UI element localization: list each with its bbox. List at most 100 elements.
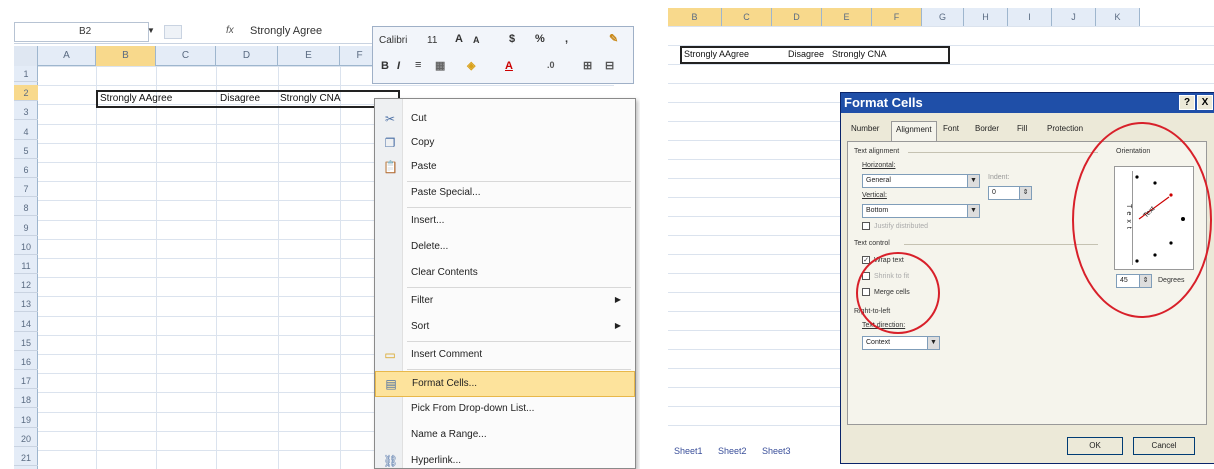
col-header-e[interactable]: E bbox=[278, 46, 340, 66]
row-header[interactable]: 18 bbox=[14, 392, 38, 409]
col-header-right[interactable]: H bbox=[964, 8, 1008, 26]
comma-button[interactable]: , bbox=[565, 33, 568, 45]
formula-buttons[interactable] bbox=[164, 25, 182, 39]
font-name-combo[interactable]: Calibri bbox=[379, 35, 407, 46]
col-header-right[interactable]: I bbox=[1008, 8, 1052, 26]
shrink-font-button[interactable]: A bbox=[473, 35, 480, 45]
col-header-right[interactable]: B bbox=[668, 8, 722, 26]
spinner-icon[interactable]: ⇕ bbox=[1019, 187, 1031, 199]
decimal-icon[interactable]: .0 bbox=[547, 60, 555, 70]
row-header[interactable]: 15 bbox=[14, 335, 38, 351]
row-header[interactable]: 17 bbox=[14, 373, 38, 390]
tab-protection[interactable]: Protection bbox=[1047, 124, 1083, 133]
chevron-down-icon[interactable]: ▼ bbox=[927, 337, 939, 349]
tab-alignment[interactable]: Alignment bbox=[891, 121, 937, 141]
menu-item-filter[interactable]: Filter ▶ bbox=[375, 289, 635, 315]
chevron-down-icon[interactable]: ▼ bbox=[147, 26, 155, 35]
row-header[interactable]: 9 bbox=[14, 220, 38, 236]
menu-item-format-cells[interactable]: ▤ Format Cells... bbox=[375, 371, 635, 397]
grow-font-button[interactable]: A bbox=[455, 33, 463, 45]
row-header[interactable]: 1 bbox=[14, 66, 38, 82]
col-header-right[interactable]: J bbox=[1052, 8, 1096, 26]
row-header[interactable]: 5 bbox=[14, 143, 38, 159]
col-header-b[interactable]: B bbox=[96, 46, 156, 66]
bold-button[interactable]: B bbox=[381, 60, 389, 72]
chevron-down-icon[interactable]: ▼ bbox=[967, 175, 979, 187]
merge-icon[interactable]: ⊞ bbox=[583, 59, 592, 72]
tab-fill[interactable]: Fill bbox=[1017, 124, 1027, 133]
sheet-tab-1[interactable]: Sheet1 bbox=[674, 446, 703, 456]
cell-b2[interactable]: Strongly AAgree bbox=[100, 93, 172, 104]
select-all-corner[interactable] bbox=[14, 46, 38, 66]
row-header[interactable]: 12 bbox=[14, 277, 38, 294]
row-header[interactable]: 3 bbox=[14, 104, 38, 121]
borders-icon[interactable]: ▦ bbox=[435, 59, 445, 72]
row-header[interactable]: 19 bbox=[14, 412, 38, 428]
row-header[interactable]: 6 bbox=[14, 162, 38, 178]
col-header-c[interactable]: C bbox=[156, 46, 216, 66]
font-color-button[interactable]: A bbox=[505, 60, 513, 72]
tab-font[interactable]: Font bbox=[943, 124, 959, 133]
cell-b2-right[interactable]: Strongly AAgree bbox=[684, 49, 749, 59]
menu-item-insert[interactable]: Insert... bbox=[375, 209, 635, 235]
tab-border[interactable]: Border bbox=[975, 124, 999, 133]
menu-item-cut[interactable]: ✂ Cut bbox=[375, 107, 635, 133]
row-header[interactable]: 8 bbox=[14, 200, 38, 217]
cell-d2[interactable]: Disagree bbox=[220, 93, 260, 104]
row-header[interactable]: 2 bbox=[14, 85, 38, 102]
justify-distributed-checkbox[interactable]: Justify distributed bbox=[862, 222, 928, 230]
ok-button[interactable]: OK bbox=[1067, 437, 1123, 455]
row-header[interactable]: 16 bbox=[14, 354, 38, 370]
row-header[interactable]: 14 bbox=[14, 316, 38, 332]
col-header-right[interactable]: F bbox=[872, 8, 922, 26]
menu-item-paste-special[interactable]: Paste Special... bbox=[375, 181, 635, 207]
align-center-icon[interactable]: ≡ bbox=[415, 59, 421, 71]
col-header-right[interactable]: C bbox=[722, 8, 772, 26]
row-header[interactable]: 4 bbox=[14, 124, 38, 140]
italic-button[interactable]: I bbox=[397, 60, 400, 72]
menu-item-delete[interactable]: Delete... bbox=[375, 235, 635, 261]
row-header[interactable]: 7 bbox=[14, 181, 38, 198]
format-painter-icon[interactable]: ✎ bbox=[609, 32, 618, 45]
menu-item-clear-contents[interactable]: Clear Contents bbox=[375, 261, 635, 287]
menu-item-pick-from-drop-down-list[interactable]: Pick From Drop-down List... bbox=[375, 397, 635, 423]
row-header[interactable]: 10 bbox=[14, 239, 38, 255]
col-header-right[interactable]: K bbox=[1096, 8, 1140, 26]
row-header[interactable]: 11 bbox=[14, 258, 38, 274]
chevron-down-icon[interactable]: ▼ bbox=[967, 205, 979, 217]
formula-input[interactable]: Strongly Agree bbox=[250, 25, 322, 37]
col-header-right[interactable]: E bbox=[822, 8, 872, 26]
currency-button[interactable]: $ bbox=[509, 33, 515, 45]
row-header[interactable]: 20 bbox=[14, 431, 38, 447]
horizontal-select[interactable]: General ▼ bbox=[862, 174, 980, 188]
vertical-select[interactable]: Bottom ▼ bbox=[862, 204, 980, 218]
cell-e2[interactable]: Strongly CNA bbox=[280, 93, 341, 104]
text-direction-select[interactable]: Context ▼ bbox=[862, 336, 940, 350]
percent-button[interactable]: % bbox=[535, 33, 545, 45]
row-header[interactable]: 13 bbox=[14, 296, 38, 313]
name-box[interactable]: B2 ▼ bbox=[14, 22, 155, 42]
menu-item-name-a-range[interactable]: Name a Range... bbox=[375, 423, 635, 449]
cancel-button[interactable]: Cancel bbox=[1133, 437, 1195, 455]
menu-item-paste[interactable]: 📋 Paste bbox=[375, 155, 635, 181]
fx-icon[interactable]: fx bbox=[226, 25, 234, 36]
col-header-right[interactable]: G bbox=[922, 8, 964, 26]
menu-item-copy[interactable]: ❐ Copy bbox=[375, 131, 635, 157]
sheet-tab-2[interactable]: Sheet2 bbox=[718, 446, 747, 456]
col-header-right[interactable]: D bbox=[772, 8, 822, 26]
help-button[interactable]: ? bbox=[1179, 95, 1195, 110]
row-header[interactable]: 21 bbox=[14, 450, 38, 466]
menu-item-insert-comment[interactable]: ▭ Insert Comment bbox=[375, 343, 635, 369]
cell-d2-right[interactable]: Disagree bbox=[788, 49, 824, 59]
close-button[interactable]: X bbox=[1197, 95, 1213, 110]
borders-all-icon[interactable]: ⊟ bbox=[605, 59, 614, 72]
cell-e2-right[interactable]: Strongly CNA bbox=[832, 49, 887, 59]
menu-item-hyperlink[interactable]: ⛓ Hyperlink... bbox=[375, 449, 635, 469]
font-size-combo[interactable]: 11 bbox=[427, 35, 437, 46]
sheet-tab-3[interactable]: Sheet3 bbox=[762, 446, 791, 456]
col-header-a[interactable]: A bbox=[38, 46, 96, 66]
menu-item-sort[interactable]: Sort ▶ bbox=[375, 315, 635, 341]
col-header-d[interactable]: D bbox=[216, 46, 278, 66]
fill-color-icon[interactable]: ◈ bbox=[467, 59, 475, 72]
indent-spinner[interactable]: 0 ⇕ bbox=[988, 186, 1032, 200]
